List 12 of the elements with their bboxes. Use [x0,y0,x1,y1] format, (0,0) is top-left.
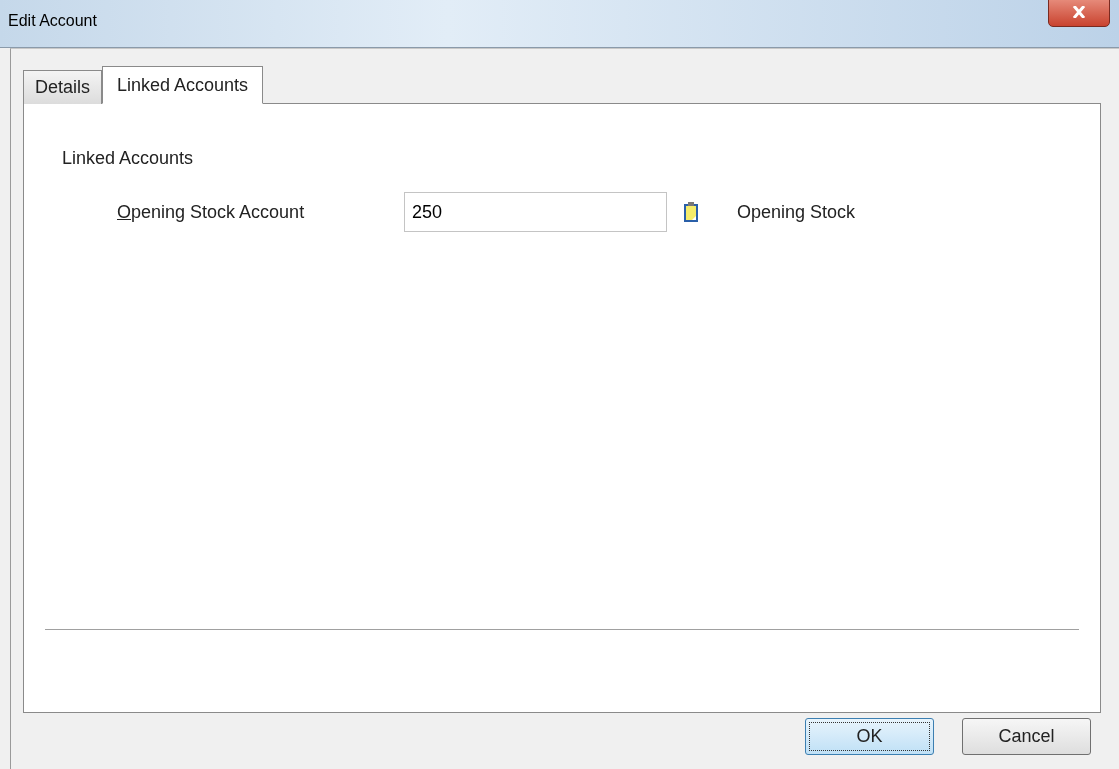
close-button[interactable] [1048,0,1110,27]
close-icon [1072,6,1086,18]
dialog-button[interactable]: Cancel [962,718,1091,755]
tab[interactable]: Details [23,70,103,104]
tab[interactable]: Linked Accounts [102,66,264,104]
account-name: Opening Stock [737,201,856,223]
section-heading: Linked Accounts [62,148,195,169]
window-title: Edit Account [8,11,97,30]
field-label: Opening Stock Account [117,201,306,223]
clipboard-icon[interactable] [683,201,699,223]
account-input-field[interactable]: 250 [404,192,667,232]
dialog-button[interactable]: OK [805,718,934,755]
